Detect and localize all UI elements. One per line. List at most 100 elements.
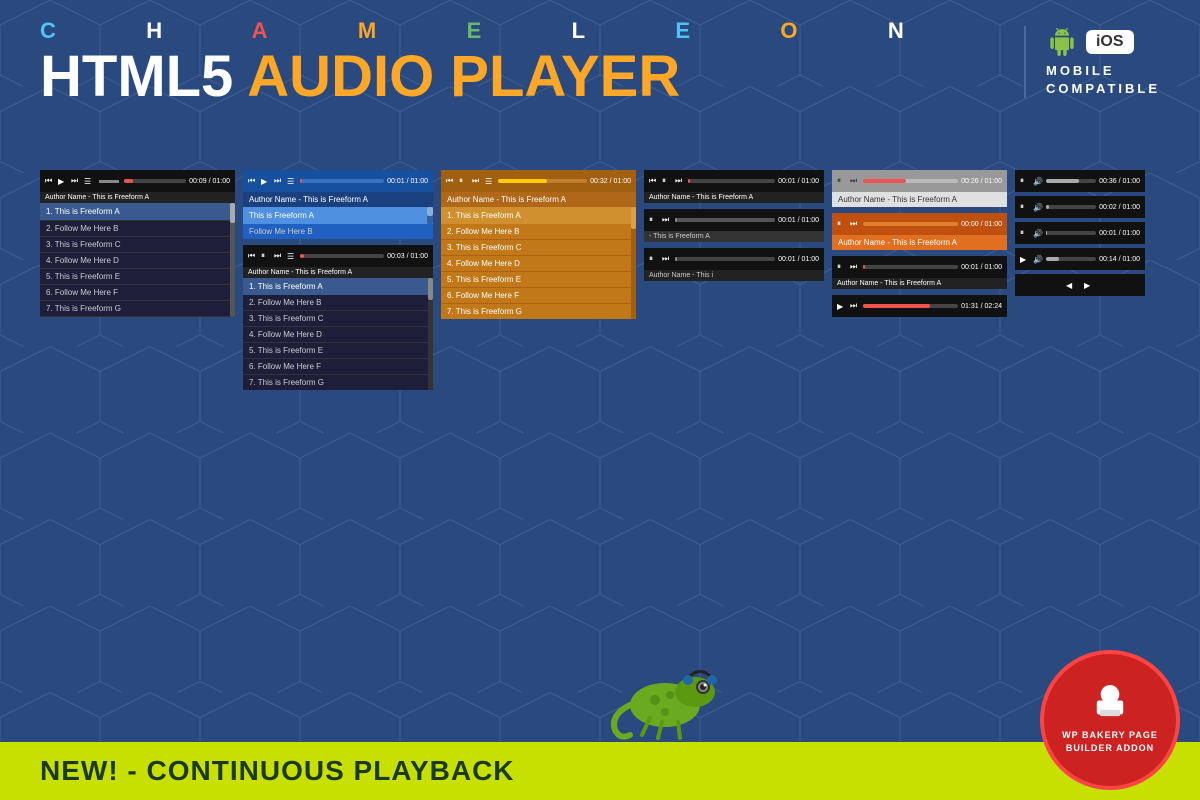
pg1-skip[interactable]: ⏭ [850,176,860,186]
player-6-title: - This is Freeform A [644,231,824,242]
player-3-controls[interactable]: ⏮ ⏸ ⏭ ☰ 00:03 / 01:00 [243,245,433,267]
m1-progress[interactable] [1046,179,1096,183]
pdark-controls[interactable]: ⏸ ⏭ 00:01 / 01:00 [832,256,1007,278]
player-5-progress[interactable] [688,179,775,183]
pdark-play[interactable]: ⏸ [837,262,847,272]
play-icon[interactable]: ▶ [58,177,68,186]
skip-back-icon-4[interactable]: ⏮ [446,176,456,186]
m5-next[interactable]: ▶ [1084,281,1094,290]
mini-5: ◀ ▶ [1015,274,1145,296]
player-6-progress[interactable] [675,218,775,222]
m2-controls[interactable]: ⏸ 🔊 00:02 / 01:00 [1015,196,1145,218]
m3-play[interactable]: ⏸ [1020,228,1030,238]
p4-t6[interactable]: 6. Follow Me Here F [441,288,636,304]
pg1-controls[interactable]: ⏸ ⏭ 00:26 / 01:00 [832,170,1007,192]
player-3-progress[interactable] [300,254,384,258]
header-right: iOS MOBILE COMPATIBLE [1024,26,1160,98]
p6-skip[interactable]: ⏭ [662,215,672,225]
player-6-controls[interactable]: ⏸ ⏭ 00:01 / 01:00 [644,209,824,231]
p7-skip[interactable]: ⏭ [662,254,672,264]
m5-controls[interactable]: ◀ ▶ [1015,274,1145,296]
m2-progress[interactable] [1046,205,1096,209]
p5-skip-back[interactable]: ⏮ [649,176,659,186]
skip-fwd-icon-3[interactable]: ⏭ [274,251,284,261]
player-7-controls[interactable]: ⏸ ⏭ 00:01 / 01:00 [644,248,824,270]
m2-play[interactable]: ⏸ [1020,202,1030,212]
p4-t2[interactable]: 2. Follow Me Here B [441,224,636,240]
m3-vol[interactable]: 🔊 [1033,229,1043,238]
track-1-2[interactable]: 2. Follow Me Here B [40,221,235,237]
p4-t3[interactable]: 3. This is Freeform C [441,240,636,256]
p5-play[interactable]: ⏸ [662,176,672,186]
skip-back-icon[interactable]: ⏮ [45,176,55,186]
track-1-6[interactable]: 6. Follow Me Here F [40,285,235,301]
m4-vol[interactable]: 🔊 [1033,255,1043,264]
track-1-3[interactable]: 3. This is Freeform C [40,237,235,253]
m3-controls[interactable]: ⏸ 🔊 00:01 / 01:00 [1015,222,1145,244]
m1-vol[interactable]: 🔊 [1033,177,1043,186]
po1-play[interactable]: ⏸ [837,219,847,229]
playlist-icon-4[interactable]: ☰ [485,177,495,186]
po1-skip[interactable]: ⏭ [850,219,860,229]
pdark-skip[interactable]: ⏭ [850,262,860,272]
m5-prev[interactable]: ◀ [1066,281,1076,290]
p4-t1-active[interactable]: 1. This is Freeform A [441,207,636,224]
p4-t5[interactable]: 5. This is Freeform E [441,272,636,288]
player-2-active[interactable]: This is Freeform A [243,207,433,224]
player-2-controls[interactable]: ⏮ ▶ ⏭ ☰ 00:01 / 01:00 [243,170,433,192]
m1-controls[interactable]: ⏸ 🔊 00:36 / 01:00 [1015,170,1145,192]
skip-back-icon-3[interactable]: ⏮ [248,251,258,261]
m4-progress[interactable] [1046,257,1096,261]
m2-vol[interactable]: 🔊 [1033,203,1043,212]
track-1-4[interactable]: 4. Follow Me Here D [40,253,235,269]
pg1-progress[interactable] [863,179,958,183]
track-1-1[interactable]: 1. This is Freeform A [40,203,235,221]
scrollbar-1[interactable] [230,203,235,317]
m4-play[interactable]: ▶ [1020,255,1030,264]
pg1-play[interactable]: ⏸ [837,176,847,186]
p3-t2[interactable]: 2. Follow Me Here B [243,295,433,311]
play-icon-2[interactable]: ▶ [261,177,271,186]
p5-skip-fwd[interactable]: ⏭ [675,176,685,186]
track-1-7[interactable]: 7. This is Freeform G [40,301,235,317]
player-1-progress[interactable] [124,179,186,183]
play-icon-3[interactable]: ⏸ [261,251,271,261]
skip-back-icon-2[interactable]: ⏮ [248,176,258,186]
skip-fwd-icon[interactable]: ⏭ [71,176,81,186]
playlist-icon[interactable]: ☰ [84,177,94,186]
m4-controls[interactable]: ▶ 🔊 00:14 / 01:00 [1015,248,1145,270]
player-5-controls[interactable]: ⏮ ⏸ ⏭ 00:01 / 01:00 [644,170,824,192]
p6-play[interactable]: ⏸ [649,215,659,225]
m1-play[interactable]: ⏸ [1020,176,1030,186]
p7-play[interactable]: ⏸ [649,254,659,264]
player-4-controls[interactable]: ⏮ ⏸ ⏭ ☰ 00:32 / 01:00 [441,170,636,192]
p4-t7[interactable]: 7. This is Freeform G [441,304,636,319]
skip-fwd-icon-4[interactable]: ⏭ [472,176,482,186]
player-7-progress[interactable] [675,257,775,261]
playlist-icon-2[interactable]: ☰ [287,177,297,186]
p3-t6[interactable]: 6. Follow Me Here F [243,359,433,375]
player-2-progress[interactable] [300,179,384,183]
player-2-time: 00:01 / 01:00 [387,178,428,185]
plong-fwd[interactable]: ⏭ [850,301,860,311]
player-1-controls[interactable]: ⏮ ▶ ⏭ ☰ 00:09 / 01:00 [40,170,235,192]
skip-fwd-icon-2[interactable]: ⏭ [274,176,284,186]
plong-progress[interactable] [863,304,958,308]
po1-controls[interactable]: ⏸ ⏭ 00:00 / 01:00 [832,213,1007,235]
play-icon-4[interactable]: ⏸ [459,176,469,186]
po1-progress[interactable] [863,222,958,226]
m3-progress[interactable] [1046,231,1096,235]
p3-t4[interactable]: 4. Follow Me Here D [243,327,433,343]
pdark-progress[interactable] [863,265,958,269]
plong-controls[interactable]: ▶ ⏭ 01:31 / 02:24 [832,295,1007,317]
plong-play[interactable]: ▶ [837,302,847,311]
p3-t7[interactable]: 7. This is Freeform G [243,375,433,390]
p3-t5[interactable]: 5. This is Freeform E [243,343,433,359]
player-4-progress[interactable] [498,179,587,183]
p4-t4[interactable]: 4. Follow Me Here D [441,256,636,272]
playlist-icon-3[interactable]: ☰ [287,252,297,261]
player-2-track2[interactable]: Follow Me Here B [243,224,433,239]
track-1-5[interactable]: 5. This is Freeform E [40,269,235,285]
player-7: ⏸ ⏭ 00:01 / 01:00 Author Name - This i [644,248,824,281]
p3-t3[interactable]: 3. This is Freeform C [243,311,433,327]
